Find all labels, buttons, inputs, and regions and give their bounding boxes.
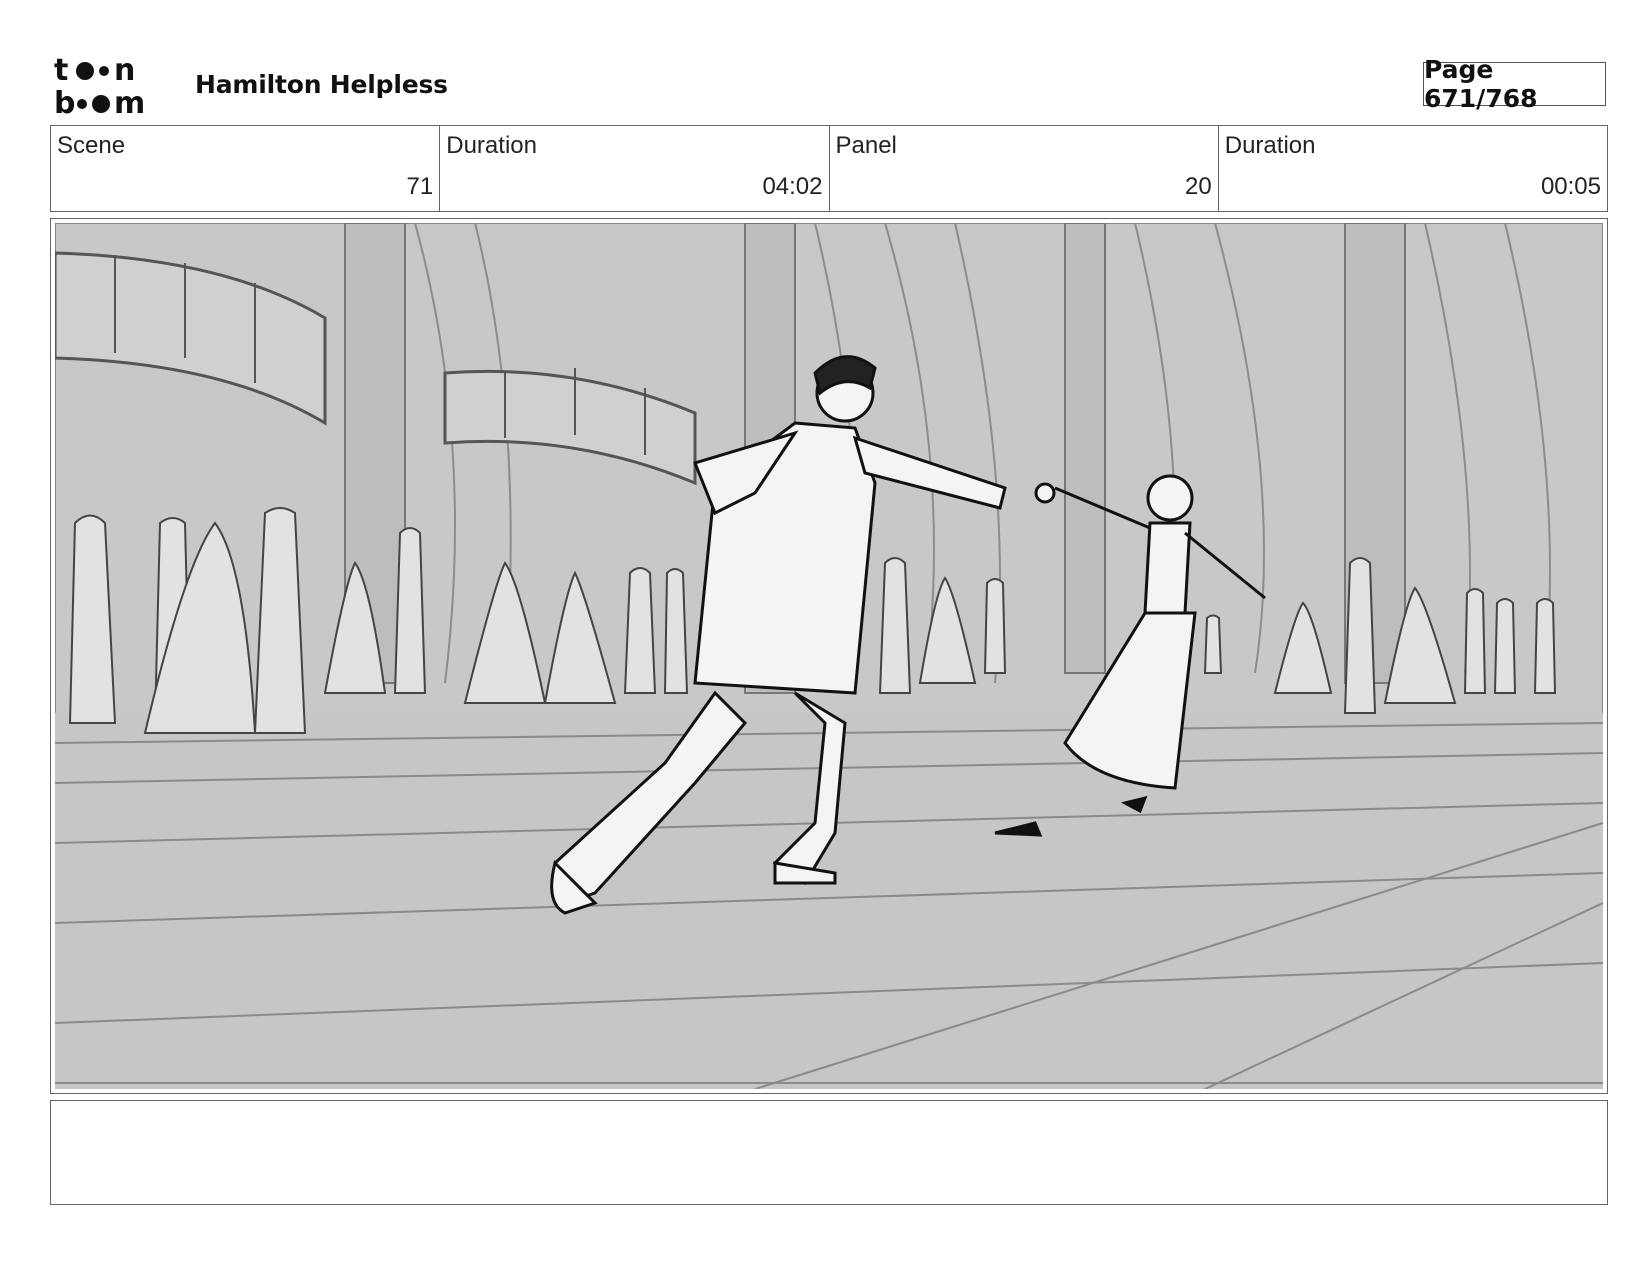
scene-value: 71 — [406, 173, 434, 200]
panel-duration-cell: Duration 00:05 — [1219, 126, 1607, 211]
scene-duration-label: Duration — [446, 132, 537, 159]
svg-text:m: m — [114, 86, 145, 116]
scene-label: Scene — [57, 132, 126, 159]
svg-text:b: b — [54, 86, 75, 116]
panel-label: Panel — [835, 132, 897, 159]
panel-duration-label: Duration — [1224, 132, 1316, 159]
scene-duration-value: 04:02 — [762, 173, 823, 200]
info-table: Scene 71 Duration 04:02 Panel 20 Duratio… — [50, 125, 1608, 212]
project-title: Hamilton Helpless — [195, 70, 448, 99]
panel-value: 20 — [1185, 173, 1212, 200]
scene-duration-cell: Duration 04:02 — [440, 126, 830, 211]
svg-text:n: n — [114, 54, 135, 88]
svg-text:t: t — [54, 54, 68, 88]
panel-cell: Panel 20 — [830, 126, 1219, 211]
panel-notes-box — [50, 1100, 1608, 1205]
page-indicator: Page 671/768 — [1423, 55, 1606, 113]
panel-sketch-image — [55, 223, 1603, 1089]
toon-boom-logo: t n b m — [54, 54, 145, 116]
scene-cell: Scene 71 — [51, 126, 441, 211]
storyboard-panel — [50, 218, 1608, 1094]
panel-duration-value: 00:05 — [1540, 173, 1601, 200]
